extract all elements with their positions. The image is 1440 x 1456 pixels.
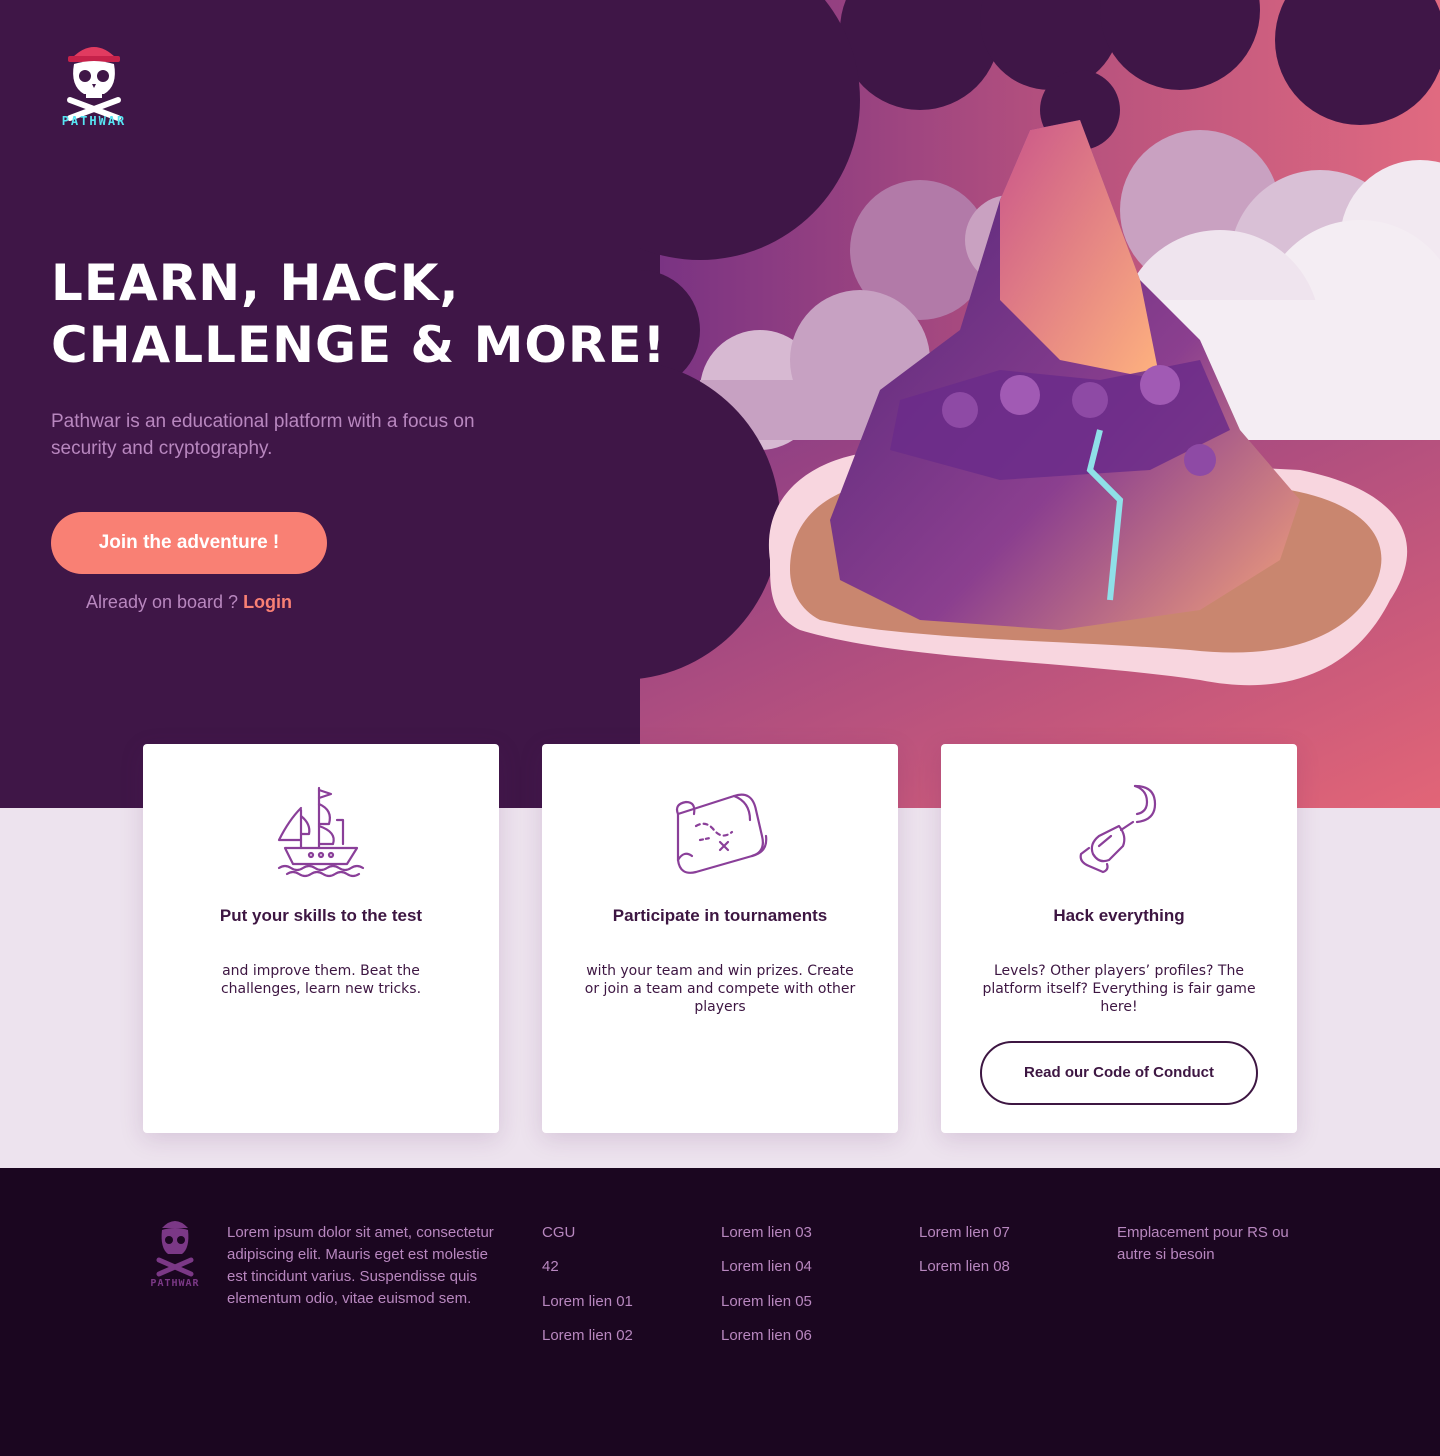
hero-title-line-1: Learn, hack, [51, 254, 460, 312]
footer-link[interactable]: Lorem lien 07 [919, 1222, 1010, 1256]
card-title: Participate in tournaments [612, 906, 828, 925]
hero-title-line-2: challenge & more! [51, 316, 667, 374]
card-title: Hack everything [1053, 906, 1185, 925]
feature-card-hack: Hack everything Levels? Other players’ p… [941, 744, 1297, 1133]
footer-link-42[interactable]: 42 [542, 1256, 633, 1290]
footer-link[interactable]: Lorem lien 06 [721, 1325, 812, 1359]
treasure-map-icon [675, 793, 768, 874]
footer-link[interactable]: Lorem lien 02 [542, 1325, 633, 1359]
footer-pathwar-logo-icon[interactable] [154, 1218, 196, 1278]
pirate-ship-icon [277, 786, 365, 878]
login-prompt-text: Already on board ? [85, 592, 239, 612]
login-prompt: Already on board ? Login [51, 592, 327, 613]
footer-links-column-1: CGU 42 Lorem lien 01 Lorem lien 02 [542, 1222, 633, 1359]
hero-section: PATHWAR Learn, hack, challenge & more! P… [0, 0, 1440, 808]
footer-link-cgu[interactable]: CGU [542, 1222, 633, 1256]
brand-wordmark: PATHWAR [61, 114, 127, 128]
login-link[interactable]: Login [243, 592, 292, 612]
card-title: Put your skills to the test [219, 906, 423, 925]
card-text: Levels? Other players’ profiles? The pla… [982, 963, 1256, 1015]
footer-link[interactable]: Lorem lien 05 [721, 1291, 812, 1325]
hero-title: Learn, hack, challenge & more! [51, 252, 691, 376]
footer-links-column-3: Lorem lien 07 Lorem lien 08 [919, 1222, 1010, 1291]
code-of-conduct-button[interactable]: Read our Code of Conduct [980, 1041, 1258, 1105]
footer-link[interactable]: Lorem lien 03 [721, 1222, 812, 1256]
footer [0, 1168, 1440, 1456]
join-adventure-button[interactable]: Join the adventure ! [51, 512, 327, 574]
pirate-hook-icon [1079, 784, 1157, 874]
footer-link[interactable]: Lorem lien 04 [721, 1256, 812, 1290]
card-text: with your team and win prizes. Create or… [584, 963, 856, 1015]
footer-brand-wordmark: PATHWAR [150, 1278, 200, 1289]
hero-subtitle: Pathwar is an educational platform with … [51, 411, 475, 459]
island-illustration [0, 0, 1440, 808]
footer-links-column-2: Lorem lien 03 Lorem lien 04 Lorem lien 0… [721, 1222, 812, 1359]
card-text: and improve them. Beat the challenges, l… [220, 963, 422, 997]
feature-card-tournaments: Participate in tournaments with your tea… [542, 744, 898, 1133]
feature-card-skills: Put your skills to the test and improve … [143, 744, 499, 1133]
footer-link[interactable]: Lorem lien 01 [542, 1291, 633, 1325]
footer-description: Lorem ipsum dolor sit amet, consectetur … [227, 1224, 494, 1307]
footer-link[interactable]: Lorem lien 08 [919, 1256, 1010, 1290]
footer-social-placeholder: Emplacement pour RS ou autre si besoin [1117, 1224, 1289, 1263]
